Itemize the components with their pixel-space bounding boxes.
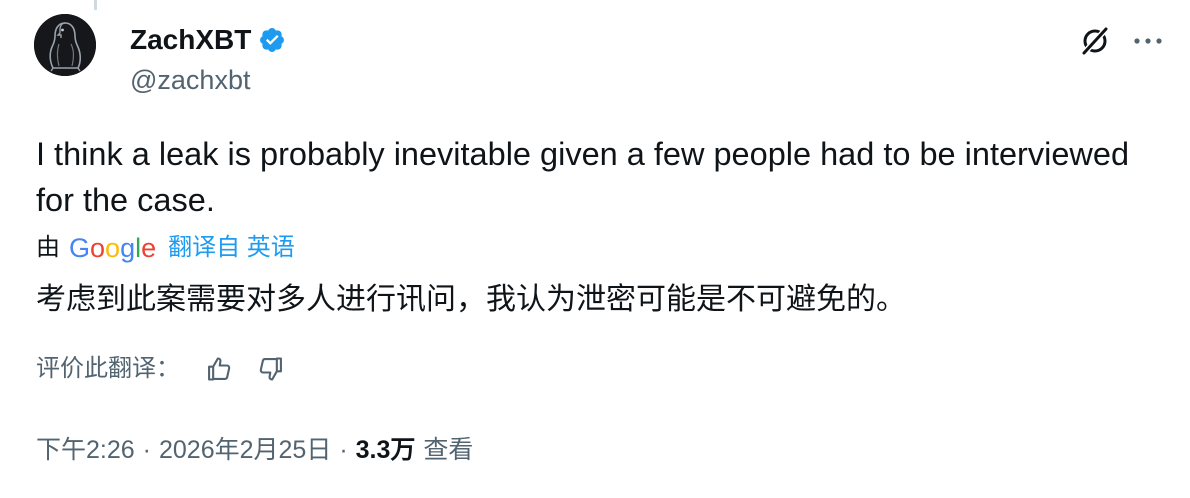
translation-attribution: 由 Google 翻译自 英语 xyxy=(36,231,295,265)
translated-text: 考虑到此案需要对多人进行讯问，我认为泄密可能是不可避免的。 xyxy=(36,283,906,316)
more-options-button[interactable] xyxy=(1128,22,1168,60)
thumbs-down-button[interactable] xyxy=(254,352,288,386)
author-display-name[interactable]: ZachXBT xyxy=(130,24,251,56)
grok-icon xyxy=(1080,25,1110,57)
penguin-avatar-image xyxy=(34,14,96,76)
separator-dot: · xyxy=(142,436,151,464)
tweet-metadata: 下午2:26 · 2026年2月25日 · 3.3万 查看 xyxy=(36,433,473,467)
rate-translation-row: 评价此翻译： xyxy=(36,352,288,386)
author-name-row: ZachXBT xyxy=(130,24,286,56)
avatar[interactable] xyxy=(34,14,96,76)
separator-dot: · xyxy=(339,436,348,464)
thumbs-down-icon xyxy=(259,357,282,381)
thumbs-up-icon xyxy=(208,357,231,381)
views-count: 3.3万 xyxy=(355,436,416,464)
translated-from-link[interactable]: 翻译自 英语 xyxy=(168,231,295,265)
thumbs-up-button[interactable] xyxy=(202,352,236,386)
tweet-date[interactable]: 2026年2月25日 xyxy=(159,433,331,467)
thread-connector-line xyxy=(94,0,97,10)
views-label: 查看 xyxy=(423,436,474,464)
tweet-time[interactable]: 下午2:26 xyxy=(36,433,135,467)
rate-translation-label: 评价此翻译： xyxy=(36,355,180,382)
translated-by-label: 由 xyxy=(36,234,60,261)
verified-badge-icon[interactable] xyxy=(258,26,286,54)
grok-button[interactable] xyxy=(1076,22,1114,60)
google-logo: Google xyxy=(69,233,157,263)
author-handle[interactable]: @zachxbt xyxy=(130,64,250,96)
tweet-text: I think a leak is probably inevitable gi… xyxy=(36,136,1130,218)
more-options-icon xyxy=(1134,38,1162,44)
